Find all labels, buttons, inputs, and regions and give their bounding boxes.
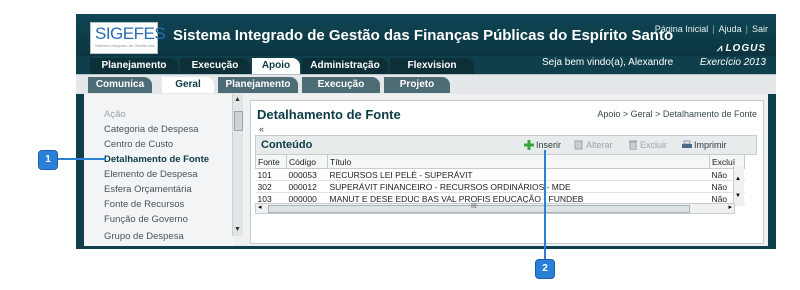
system-title: Sistema Integrado de Gestão das Finanças… (173, 27, 674, 44)
scroll-right-icon[interactable]: ▸ (728, 203, 732, 211)
fonte-table: Fonte Código Título Excluí 101 000053 RE… (255, 154, 745, 205)
print-label: Imprimir (694, 140, 727, 150)
edit-icon (574, 140, 583, 150)
sub-tab-bar: Comunica Geral Planejamento Execução Pro… (76, 74, 776, 94)
grid-header: Conteúdo Inserir Alterar Excluir Imprimi… (255, 135, 757, 155)
sidebar-item-elemento-despesa[interactable]: Elemento de Despesa (104, 169, 197, 180)
page-title: Detalhamento de Fonte (257, 107, 401, 122)
table-vertical-scrollbar[interactable]: ▲ ▼ (733, 166, 744, 206)
callout-2-badge: 2 (535, 259, 555, 279)
scroll-down-icon[interactable]: ▼ (735, 193, 741, 199)
app-header: SIGEFES Sistema Integrado de Gestão das … (76, 14, 776, 56)
col-titulo[interactable]: Título (327, 154, 710, 169)
subtab-execucao[interactable]: Execução (302, 77, 380, 93)
main-content-panel: Detalhamento de Fonte Apoio > Geral > De… (250, 100, 764, 244)
tab-apoio[interactable]: Apoio (252, 58, 300, 74)
delete-button[interactable]: Excluir (628, 140, 667, 150)
sidebar-item-detalhamento-fonte[interactable]: Detalhamento de Fonte (104, 154, 209, 165)
sidebar-scroll-thumb[interactable] (234, 111, 243, 131)
table-row[interactable]: 302 000012 SUPERÁVIT FINANCEIRO - RECURS… (255, 180, 745, 193)
table-row[interactable]: 101 000053 RECURSOS LEI PELÉ - SUPERÁVIT… (255, 168, 745, 181)
col-codigo[interactable]: Código (286, 154, 328, 169)
tab-administracao[interactable]: Administração (302, 58, 388, 74)
welcome-text: Seja bem vindo(a), Alexandre (542, 57, 674, 68)
sigefes-logo[interactable]: SIGEFES Sistema Integrado de Gestão das … (90, 22, 166, 54)
app-window: SIGEFES Sistema Integrado de Gestão das … (76, 14, 776, 249)
scroll-up-icon[interactable]: ▲ (735, 176, 741, 182)
table-header-row: Fonte Código Título Excluí (255, 154, 745, 169)
sidebar-item-grupo-despesa[interactable]: Grupo de Despesa (104, 231, 184, 242)
delete-label: Excluir (640, 140, 668, 150)
content-body: Ação Categoria de Despesa Centro de Cust… (84, 94, 768, 246)
sidebar-item-fonte-recursos[interactable]: Fonte de Recursos (104, 199, 184, 210)
collapse-icon[interactable]: « (259, 124, 264, 134)
sidebar-menu: Ação Categoria de Despesa Centro de Cust… (84, 94, 234, 246)
sidebar-item-acao[interactable]: Ação (104, 109, 126, 120)
scroll-down-icon[interactable]: ▼ (234, 226, 241, 233)
tab-flexvision[interactable]: Flexvision (390, 58, 474, 74)
cell: SUPERÁVIT FINANCEIRO - RECURSOS ORDINÁRI… (327, 180, 710, 193)
cell: 101 (255, 168, 287, 181)
brand-text: LOGUS (725, 43, 766, 54)
cell: RECURSOS LEI PELÉ - SUPERÁVIT (327, 168, 710, 181)
sidebar-item-funcao-governo[interactable]: Função de Governo (104, 214, 188, 225)
insert-label: Inserir (536, 140, 562, 150)
home-link[interactable]: Página Inicial (655, 24, 709, 34)
table-horizontal-scrollbar[interactable]: ◂ III ▸ (255, 203, 735, 214)
plus-icon (524, 140, 534, 150)
sidebar-item-esfera-orcamentaria[interactable]: Esfera Orçamentária (104, 184, 192, 195)
col-fonte[interactable]: Fonte (255, 154, 287, 169)
print-button[interactable]: Imprimir (682, 140, 727, 150)
help-link[interactable]: Ajuda (719, 24, 742, 34)
tab-planejamento[interactable]: Planejamento (90, 58, 178, 74)
hscroll-grip: III (471, 203, 477, 210)
sidebar-item-centro-custo[interactable]: Centro de Custo (104, 139, 173, 150)
breadcrumb[interactable]: Apoio > Geral > Detalhamento de Fonte (597, 109, 757, 119)
tab-execucao[interactable]: Execução (180, 58, 250, 74)
sidebar-item-categoria-despesa[interactable]: Categoria de Despesa (104, 124, 199, 135)
subtab-projeto[interactable]: Projeto (384, 77, 450, 93)
hscroll-thumb[interactable]: III (268, 203, 690, 213)
callout-1-line (56, 158, 106, 160)
logus-brand: ⩘ LOGUS (717, 43, 766, 54)
trash-icon (629, 140, 637, 150)
callout-1-badge: 1 (38, 150, 58, 170)
top-links: Página Inicial | Ajuda | Sair (654, 24, 768, 34)
edit-label: Alterar (586, 140, 613, 150)
scroll-left-icon[interactable]: ◂ (258, 203, 262, 211)
logus-icon: ⩘ (716, 43, 724, 54)
logo-text: SIGEFES (95, 24, 166, 43)
insert-button[interactable]: Inserir (524, 140, 561, 150)
exercise-year: Exercício 2013 (699, 57, 766, 68)
cell: 000053 (286, 168, 328, 181)
cell: 000012 (286, 180, 328, 193)
cell: 302 (255, 180, 287, 193)
scroll-up-icon[interactable]: ▲ (234, 96, 241, 103)
edit-button[interactable]: Alterar (574, 140, 613, 150)
subtab-comunica[interactable]: Comunica (88, 77, 152, 93)
sidebar-scrollbar[interactable]: ▲ ▼ (232, 94, 243, 236)
logo-subtext: Sistema Integrado de Gestão das Finanças… (95, 44, 155, 48)
subtab-geral[interactable]: Geral (162, 77, 214, 93)
callout-2-line (544, 150, 546, 260)
subtab-planejamento[interactable]: Planejamento (218, 77, 298, 93)
logout-link[interactable]: Sair (752, 24, 768, 34)
grid-title: Conteúdo (261, 139, 313, 151)
printer-icon (682, 140, 692, 148)
